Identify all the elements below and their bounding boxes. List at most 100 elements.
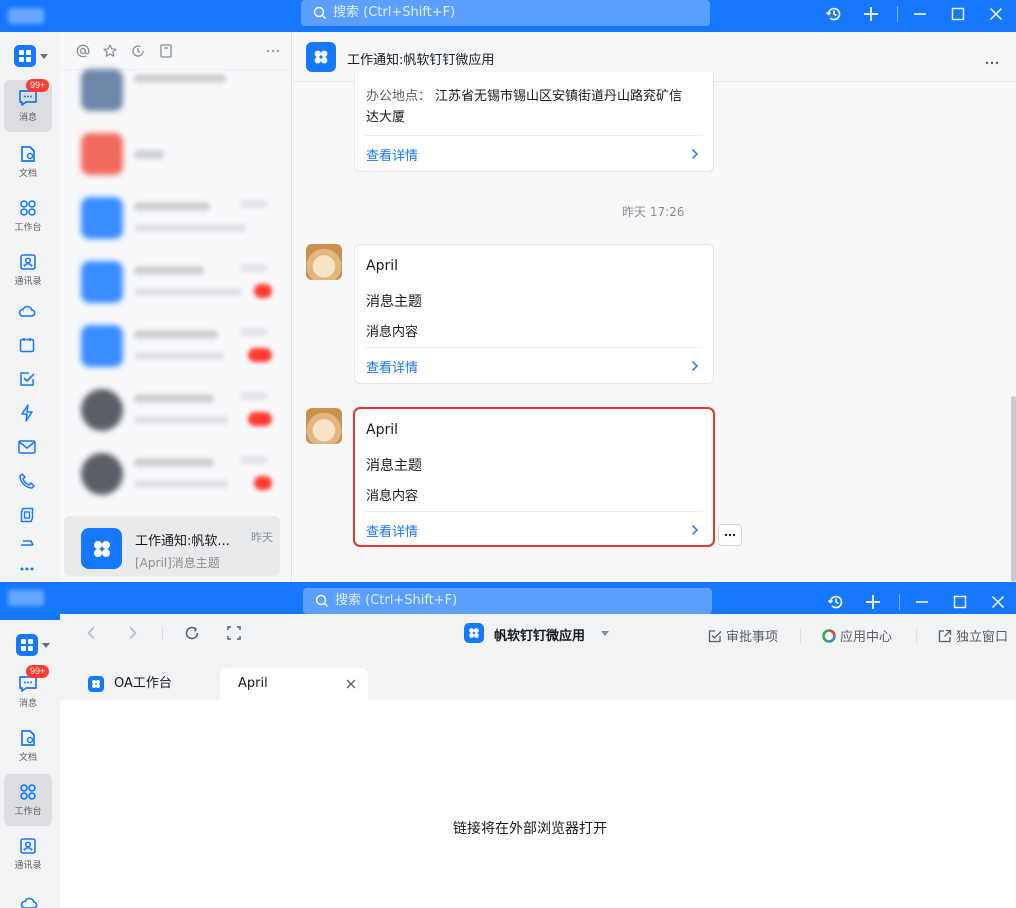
conversation-preview bbox=[134, 480, 228, 488]
rail-item-docs[interactable]: 文档 bbox=[4, 136, 52, 188]
approval-button[interactable]: 审批事项 bbox=[708, 626, 778, 645]
conversation-avatar bbox=[81, 325, 123, 367]
view-details-link[interactable]: 查看详情 bbox=[366, 145, 418, 164]
todo-button[interactable] bbox=[16, 368, 38, 390]
chevron-down-icon[interactable] bbox=[40, 54, 48, 59]
rail-item-messages[interactable]: 消息 99+ bbox=[4, 79, 52, 132]
app-title[interactable]: 帆软钉钉微应用 bbox=[494, 625, 585, 644]
chat-avatar bbox=[306, 42, 336, 72]
calendar-button[interactable] bbox=[16, 334, 38, 356]
conversation-item[interactable] bbox=[64, 316, 280, 376]
conversation-title bbox=[134, 202, 210, 211]
conversation-avatar bbox=[81, 389, 123, 431]
maximize-button[interactable] bbox=[946, 588, 974, 616]
forward-icon[interactable] bbox=[128, 626, 138, 640]
chat-more-button[interactable] bbox=[985, 54, 999, 69]
mention-filter[interactable] bbox=[75, 43, 91, 59]
app-center-label: 应用中心 bbox=[840, 630, 893, 645]
rail-label: 文档 bbox=[18, 168, 37, 178]
drive-button[interactable] bbox=[16, 504, 38, 526]
more-button[interactable] bbox=[16, 558, 38, 580]
close-button[interactable] bbox=[984, 588, 1012, 616]
conversation-time: 昨天 bbox=[251, 531, 273, 544]
independent-window-button[interactable]: 独立窗口 bbox=[938, 626, 1008, 645]
search-input[interactable]: 搜索 (Ctrl+Shift+F) bbox=[301, 0, 710, 26]
at-icon bbox=[76, 44, 90, 58]
conversation-item[interactable] bbox=[64, 380, 280, 440]
fullscreen-icon[interactable] bbox=[226, 625, 242, 641]
chevron-down-icon[interactable] bbox=[42, 643, 50, 648]
rail-label: 文档 bbox=[18, 752, 37, 762]
drive-icon bbox=[20, 507, 34, 523]
conversation-title bbox=[134, 74, 226, 83]
conversation-title bbox=[134, 394, 214, 403]
close-icon[interactable] bbox=[346, 679, 356, 689]
card-subject: 消息主题 bbox=[366, 294, 422, 310]
list-more-button[interactable] bbox=[265, 43, 281, 59]
minimize-button[interactable] bbox=[906, 0, 934, 28]
star-filter[interactable] bbox=[102, 43, 118, 59]
phone-button[interactable] bbox=[16, 470, 38, 492]
cloud-icon bbox=[18, 305, 36, 317]
message-more-button[interactable] bbox=[718, 524, 742, 546]
message-card-selected[interactable]: April 消息主题 消息内容 查看详情 bbox=[353, 407, 715, 547]
conversation-item[interactable] bbox=[64, 60, 280, 120]
conversation-item[interactable] bbox=[64, 124, 280, 184]
add-button[interactable] bbox=[857, 0, 885, 28]
conversation-time bbox=[240, 328, 268, 336]
conversation-item[interactable] bbox=[64, 444, 280, 504]
mail-button[interactable] bbox=[16, 436, 38, 458]
conversation-item[interactable] bbox=[64, 252, 280, 312]
conversation-item-work-notice[interactable]: 工作通知:帆软... 昨天 [April]消息主题 bbox=[64, 516, 280, 576]
search-input[interactable]: 搜索 (Ctrl+Shift+F) bbox=[303, 588, 712, 614]
ding-button[interactable] bbox=[16, 402, 38, 424]
history-button[interactable] bbox=[822, 588, 850, 616]
back-icon[interactable] bbox=[86, 626, 96, 640]
rail-item-contacts[interactable]: 通讯录 bbox=[4, 244, 52, 296]
tab-oa-workbench[interactable]: OA工作台 bbox=[78, 668, 218, 700]
rail-item-workbench[interactable]: 工作台 bbox=[4, 774, 52, 826]
chevron-right-icon bbox=[691, 524, 699, 536]
refresh-icon[interactable] bbox=[184, 625, 200, 641]
app-center-button[interactable]: 应用中心 bbox=[822, 626, 892, 645]
app-switcher-button[interactable] bbox=[14, 45, 36, 67]
message-card[interactable]: April 消息主题 消息内容 查看详情 bbox=[354, 244, 714, 384]
view-details-link[interactable]: 查看详情 bbox=[366, 357, 418, 376]
conversation-time bbox=[240, 264, 268, 272]
add-button[interactable] bbox=[859, 588, 887, 616]
maximize-button[interactable] bbox=[944, 0, 972, 28]
chevron-down-icon[interactable] bbox=[601, 631, 609, 636]
minimize-icon bbox=[916, 601, 928, 603]
app-logo bbox=[8, 590, 44, 606]
conversation-avatar bbox=[81, 261, 123, 303]
message-card[interactable]: 办公地点： 江苏省无锡市锡山区安镇街道丹山路兖矿信 达大厦 查看详情 bbox=[354, 72, 714, 172]
rail-item-docs[interactable]: 文档 bbox=[4, 720, 52, 772]
unread-badge bbox=[248, 412, 272, 426]
clover-icon bbox=[92, 680, 100, 688]
recent-filter[interactable] bbox=[130, 43, 146, 59]
more-app-button[interactable] bbox=[16, 538, 38, 552]
cloud-button[interactable] bbox=[16, 300, 38, 322]
tab-label: OA工作台 bbox=[114, 676, 172, 691]
conversation-title bbox=[134, 266, 204, 275]
close-button[interactable] bbox=[982, 0, 1010, 28]
chat-title: 工作通知:帆软钉钉微应用 bbox=[347, 53, 495, 68]
sender-avatar[interactable] bbox=[306, 244, 342, 280]
cloud-button[interactable] bbox=[18, 892, 40, 908]
rail-item-messages[interactable]: 消息 99+ bbox=[4, 665, 52, 718]
lightning-icon bbox=[21, 404, 33, 422]
doc-filter[interactable] bbox=[158, 43, 174, 59]
history-button[interactable] bbox=[820, 0, 848, 28]
conversation-avatar bbox=[81, 69, 123, 111]
conversation-title bbox=[134, 150, 164, 159]
sender-avatar[interactable] bbox=[306, 408, 342, 444]
conversation-item[interactable] bbox=[64, 188, 280, 248]
tab-april[interactable]: April bbox=[220, 668, 368, 700]
app-switcher-button[interactable] bbox=[16, 634, 38, 656]
rail-item-workbench[interactable]: 工作台 bbox=[4, 190, 52, 242]
minimize-button[interactable] bbox=[908, 588, 936, 616]
rail-item-contacts[interactable]: 通讯录 bbox=[4, 828, 52, 880]
view-details-link[interactable]: 查看详情 bbox=[366, 521, 418, 540]
chat-scrollbar[interactable] bbox=[1011, 396, 1016, 582]
conversation-avatar bbox=[81, 133, 123, 175]
